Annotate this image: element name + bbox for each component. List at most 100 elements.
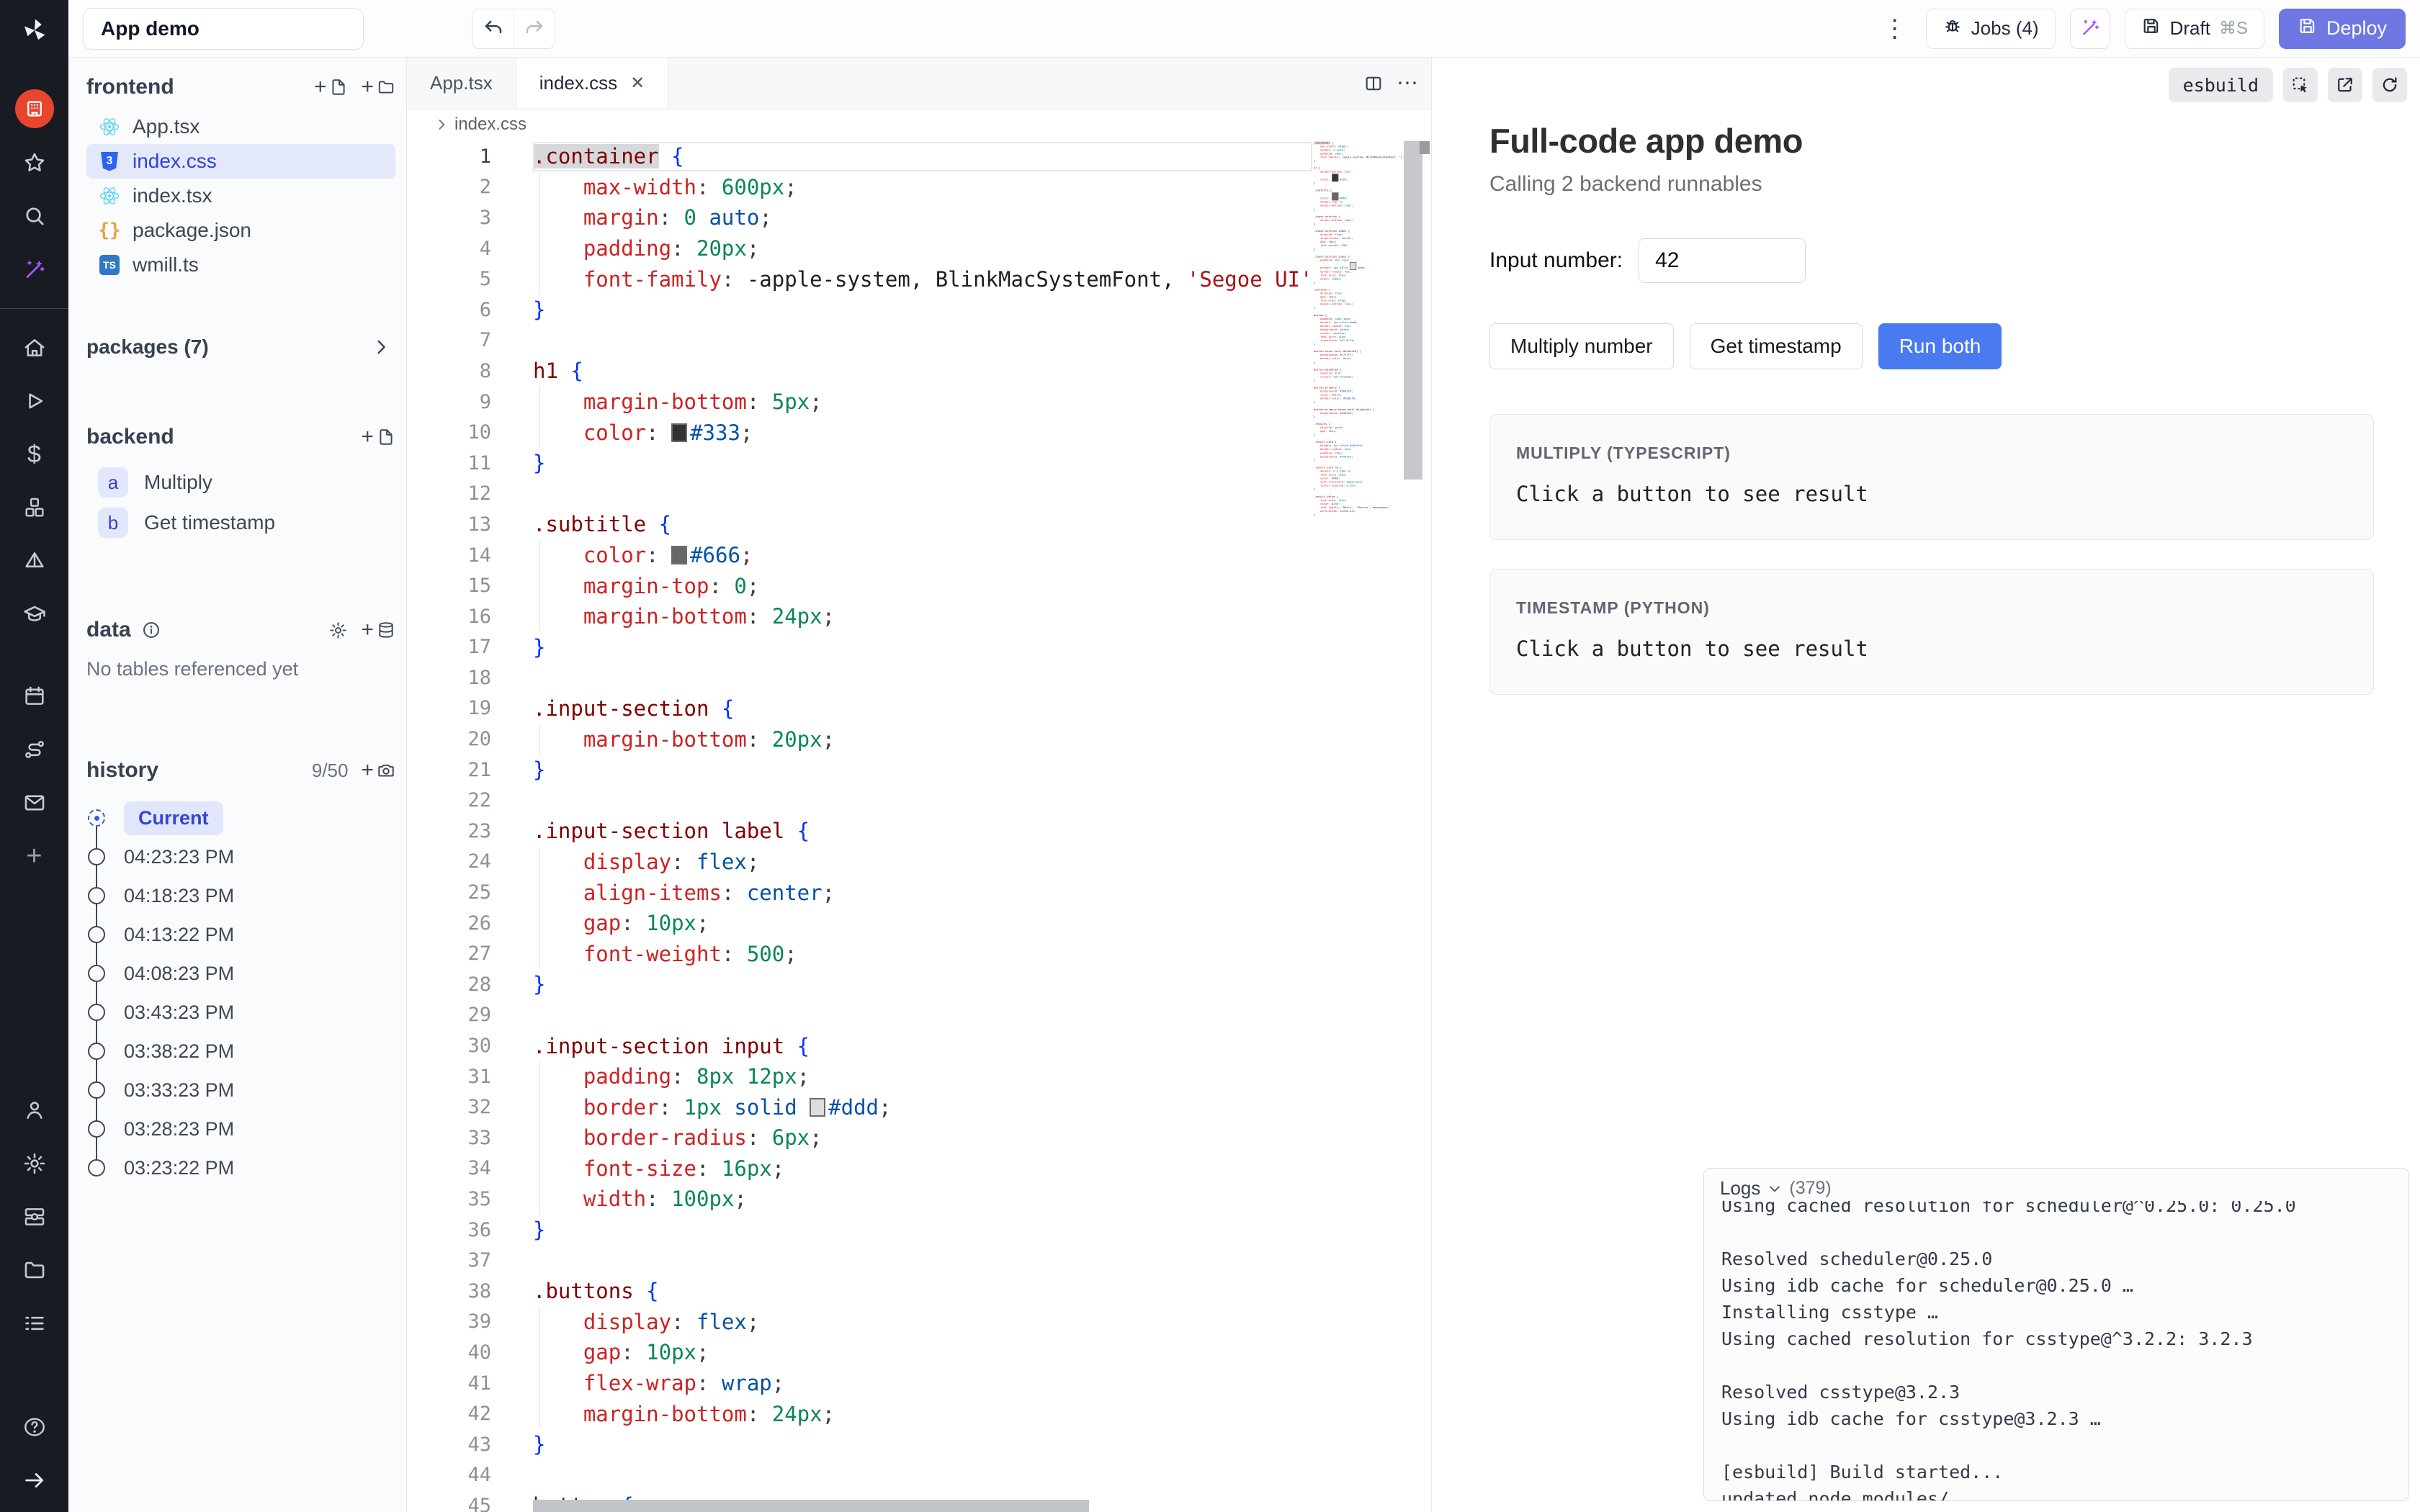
history-item-7[interactable]: 03:28:23 PM: [88, 1110, 395, 1148]
code-line-40[interactable]: 40 gap: 10px;: [407, 1337, 1314, 1368]
code-line-20[interactable]: 20 margin-bottom: 20px;: [407, 724, 1314, 755]
code-line-13[interactable]: 13.subtitle {: [407, 509, 1314, 540]
code-line-8[interactable]: 8h1 {: [407, 356, 1314, 387]
code-line-43[interactable]: 43}: [407, 1429, 1314, 1460]
code-line-15[interactable]: 15 margin-top: 0;: [407, 570, 1314, 601]
pyramid-icon[interactable]: [16, 542, 53, 580]
code-line-16[interactable]: 16 margin-bottom: 24px;: [407, 601, 1314, 632]
route-icon[interactable]: [16, 731, 53, 768]
home-icon[interactable]: [16, 329, 53, 366]
code-line-41[interactable]: 41 flex-wrap: wrap;: [407, 1368, 1314, 1399]
split-editor-icon[interactable]: [1363, 73, 1384, 94]
add-file-button[interactable]: +: [314, 76, 349, 98]
inspect-select-icon[interactable]: [2283, 68, 2318, 102]
open-external-icon[interactable]: [2328, 68, 2362, 102]
list-icon[interactable]: [16, 1305, 53, 1342]
search-icon[interactable]: [16, 197, 53, 235]
code-line-42[interactable]: 42 margin-bottom: 24px;: [407, 1398, 1314, 1429]
jobs-button[interactable]: Jobs (4): [1926, 9, 2056, 49]
history-item-current[interactable]: Current: [88, 798, 395, 837]
draft-button[interactable]: Draft ⌘S: [2125, 9, 2264, 49]
history-item-4[interactable]: 03:43:23 PM: [88, 993, 395, 1032]
code-line-7[interactable]: 7: [407, 325, 1314, 356]
code-line-18[interactable]: 18: [407, 662, 1314, 693]
sidebar-file-index-css[interactable]: 3index.css: [86, 144, 395, 179]
folder-icon[interactable]: [16, 1251, 53, 1289]
code-line-39[interactable]: 39 display: flex;: [407, 1307, 1314, 1338]
add-snapshot-button[interactable]: +: [361, 760, 395, 781]
code-line-1[interactable]: 1.container {: [407, 141, 1314, 172]
logs-body[interactable]: Using cached resolution for scheduler@^0…: [1704, 1192, 2408, 1500]
star-icon[interactable]: [16, 144, 53, 181]
server-settings-icon[interactable]: [16, 1198, 53, 1236]
code-line-24[interactable]: 24 display: flex;: [407, 847, 1314, 878]
code-line-34[interactable]: 34 font-size: 16px;: [407, 1153, 1314, 1184]
code-line-11[interactable]: 11}: [407, 448, 1314, 479]
code-line-10[interactable]: 10 color: #333;: [407, 417, 1314, 448]
history-item-6[interactable]: 03:33:23 PM: [88, 1071, 395, 1110]
code-line-38[interactable]: 38.buttons {: [407, 1276, 1314, 1307]
code-line-6[interactable]: 6}: [407, 294, 1314, 325]
code-line-22[interactable]: 22: [407, 785, 1314, 816]
plus-icon[interactable]: +: [16, 837, 53, 875]
code-line-5[interactable]: 5 font-family: -apple-system, BlinkMacSy…: [407, 264, 1314, 294]
sidebar-file-App-tsx[interactable]: App.tsx: [86, 109, 395, 144]
backend-runnable-a[interactable]: aMultiply: [86, 462, 395, 503]
calendar-icon[interactable]: [16, 678, 53, 715]
expand-arrow-icon[interactable]: [16, 1462, 53, 1499]
ai-wand-button[interactable]: [2070, 9, 2110, 49]
breadcrumb[interactable]: index.css: [407, 109, 1431, 140]
editor-more-icon[interactable]: ⋯: [1397, 73, 1418, 94]
run-both-button[interactable]: Run both: [1878, 323, 2002, 369]
redo-button[interactable]: [514, 9, 555, 48]
multiply-number-button[interactable]: Multiply number: [1489, 323, 1674, 369]
refresh-icon[interactable]: [2372, 68, 2407, 102]
dollar-icon[interactable]: $: [16, 436, 53, 473]
history-item-0[interactable]: 04:23:23 PM: [88, 837, 395, 876]
sidebar-file-wmill-ts[interactable]: TSwmill.ts: [86, 248, 395, 282]
code-line-29[interactable]: 29: [407, 1000, 1314, 1031]
code-line-14[interactable]: 14 color: #666;: [407, 540, 1314, 571]
magic-wand-icon[interactable]: [16, 251, 53, 288]
sidebar-file-package-json[interactable]: {}package.json: [86, 213, 395, 248]
code-line-37[interactable]: 37: [407, 1245, 1314, 1276]
mail-icon[interactable]: [16, 784, 53, 822]
code-line-27[interactable]: 27 font-weight: 500;: [407, 938, 1314, 969]
code-line-35[interactable]: 35 width: 100px;: [407, 1184, 1314, 1215]
data-settings-gear-icon[interactable]: [328, 621, 348, 640]
play-icon[interactable]: [16, 382, 53, 420]
code-line-31[interactable]: 31 padding: 8px 12px;: [407, 1061, 1314, 1092]
code-line-33[interactable]: 33 border-radius: 6px;: [407, 1122, 1314, 1153]
add-runnable-button[interactable]: +: [361, 426, 395, 448]
graduation-cap-icon[interactable]: [16, 595, 53, 633]
code-line-44[interactable]: 44: [407, 1460, 1314, 1491]
esbuild-badge[interactable]: esbuild: [2169, 68, 2273, 102]
scrollbar-thumb[interactable]: [1404, 141, 1422, 480]
deploy-button[interactable]: Deploy: [2279, 9, 2406, 49]
input-number-field[interactable]: [1639, 238, 1806, 283]
add-folder-button[interactable]: +: [361, 76, 395, 98]
horizontal-scrollbar[interactable]: [533, 1500, 1089, 1512]
app-name-input[interactable]: [83, 8, 364, 50]
code-line-19[interactable]: 19.input-section {: [407, 693, 1314, 724]
code-line-30[interactable]: 30.input-section input {: [407, 1030, 1314, 1061]
user-icon[interactable]: [16, 1092, 53, 1129]
history-item-5[interactable]: 03:38:22 PM: [88, 1032, 395, 1071]
code-line-21[interactable]: 21}: [407, 755, 1314, 786]
code-line-26[interactable]: 26 gap: 10px;: [407, 908, 1314, 939]
code-line-23[interactable]: 23.input-section label {: [407, 816, 1314, 847]
backend-runnable-b[interactable]: bGet timestamp: [86, 503, 395, 543]
tab-app-tsx[interactable]: App.tsx: [407, 58, 516, 109]
code-line-25[interactable]: 25 align-items: center;: [407, 877, 1314, 908]
tab-index-css[interactable]: index.css ✕: [516, 58, 669, 109]
history-item-1[interactable]: 04:18:23 PM: [88, 876, 395, 915]
history-item-8[interactable]: 03:23:22 PM: [88, 1148, 395, 1187]
packages-row[interactable]: packages (7): [86, 336, 395, 359]
info-icon[interactable]: [141, 620, 161, 640]
windmill-logo-icon[interactable]: [16, 12, 53, 49]
settings-gear-icon[interactable]: [16, 1145, 53, 1182]
code-line-4[interactable]: 4 padding: 20px;: [407, 233, 1314, 264]
editor-body[interactable]: 1.container {2 max-width: 600px;3 margin…: [407, 140, 1431, 1512]
add-database-button[interactable]: +: [361, 619, 395, 641]
code-line-12[interactable]: 12: [407, 479, 1314, 510]
